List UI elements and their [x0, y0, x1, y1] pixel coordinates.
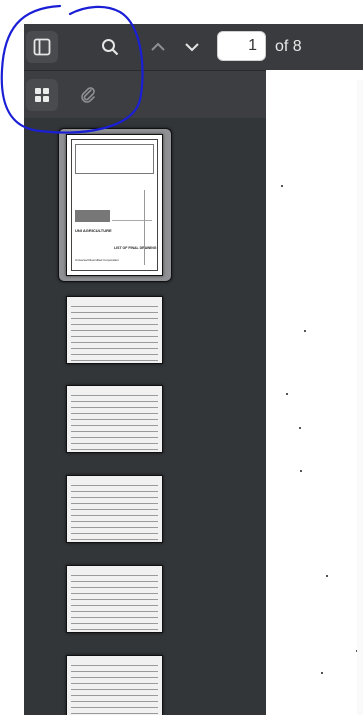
document-scrollbar[interactable]: [357, 80, 363, 715]
document-viewport[interactable]: [266, 70, 363, 715]
page-thumbnail-1[interactable]: UNI AGRICULTURE LIST OF FINAL DRAWING Un…: [66, 134, 163, 276]
page-thumbnail-3[interactable]: [66, 385, 163, 453]
sidebar-tabs: [24, 70, 266, 118]
pdf-toolbar: 1 of 8: [24, 24, 363, 70]
attachment-paperclip-icon: [81, 87, 95, 103]
search-icon: [102, 39, 119, 56]
attachments-tab[interactable]: [72, 79, 104, 111]
cover-table: [75, 144, 154, 174]
page-thumbnail-6[interactable]: [66, 655, 163, 715]
chevron-up-icon: [151, 42, 165, 51]
page-thumbnail-2[interactable]: [66, 296, 163, 364]
thumbnails-grid-icon: [35, 88, 49, 102]
sidebar-toggle-icon: [33, 38, 51, 56]
thumbnail-table-lines: [71, 392, 158, 450]
chevron-down-icon: [185, 43, 199, 52]
cover-page-frame: UNI AGRICULTURE LIST OF FINAL DRAWING Un…: [71, 139, 158, 271]
thumbnail-sidebar: UNI AGRICULTURE LIST OF FINAL DRAWING Un…: [24, 70, 266, 715]
cover-company-name: Universal Diversified Corporation: [75, 258, 119, 262]
thumbnail-table-lines: [71, 572, 158, 630]
previous-page-button[interactable]: [142, 31, 174, 63]
page-speck: [300, 470, 302, 472]
page-speck: [281, 185, 283, 187]
page-speck: [286, 393, 288, 395]
page-thumbnail-5[interactable]: [66, 565, 163, 633]
page-total-label: of 8: [275, 38, 302, 55]
thumbnail-table-lines: [71, 662, 158, 714]
thumbnail-table-lines: [71, 303, 158, 361]
page-speck: [321, 672, 323, 674]
left-gutter: [0, 0, 24, 715]
cover-company-heading: UNI AGRICULTURE: [75, 228, 112, 233]
cover-photo: [75, 210, 110, 222]
search-button[interactable]: [94, 31, 126, 63]
sidebar-toggle-button[interactable]: [26, 31, 58, 63]
cover-revision-column: [144, 190, 155, 265]
page-speck: [326, 575, 328, 577]
next-page-button[interactable]: [176, 31, 208, 63]
thumbnail-table-lines: [71, 482, 158, 540]
page-number-input[interactable]: 1: [217, 31, 266, 61]
thumbnails-tab[interactable]: [26, 79, 58, 111]
page-speck: [304, 330, 306, 332]
page-thumbnail-4[interactable]: [66, 475, 163, 543]
page-speck: [299, 427, 301, 429]
